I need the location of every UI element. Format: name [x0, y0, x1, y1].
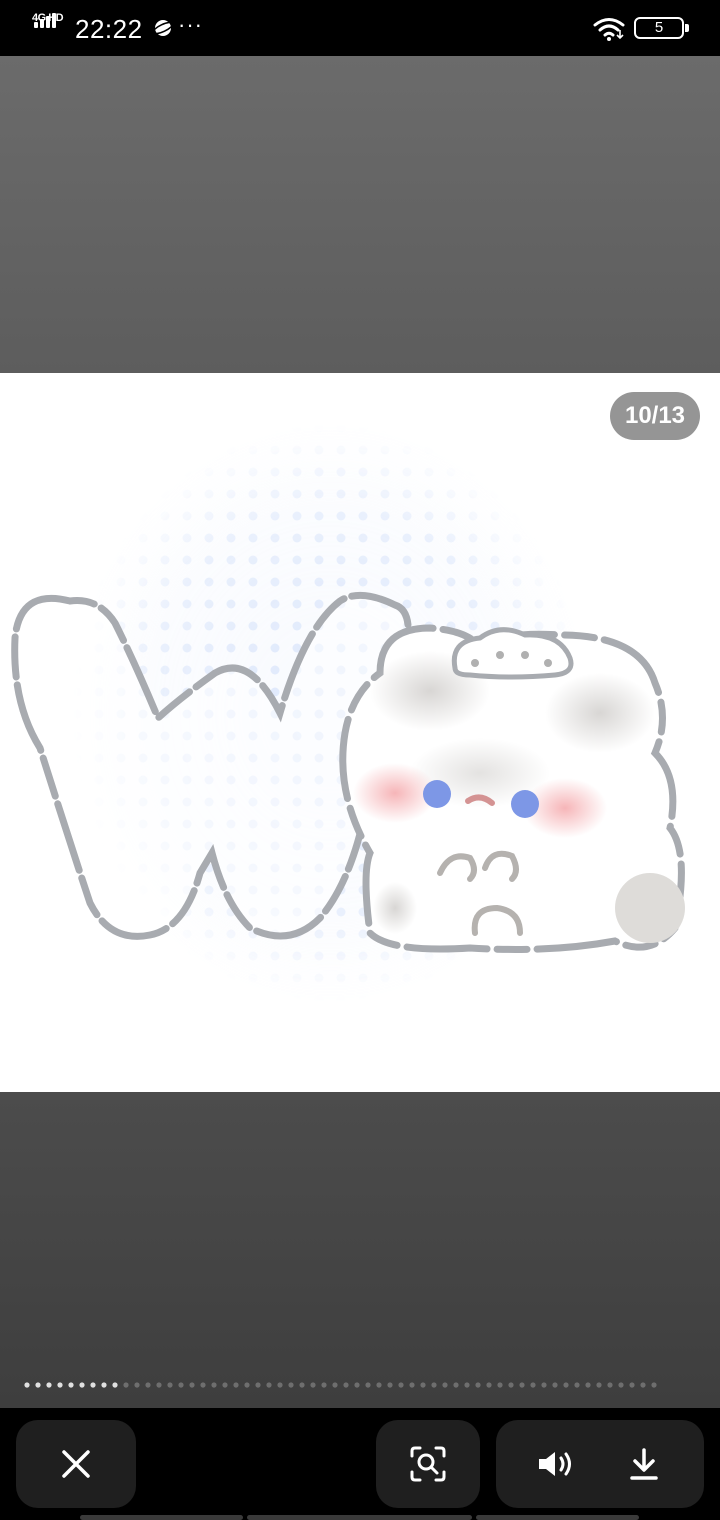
photo-image[interactable]: [0, 373, 720, 1092]
thumb-strip-segment: [476, 1515, 639, 1520]
bunny-sticker-illustration: [0, 373, 720, 1092]
page-dot: [211, 1382, 217, 1388]
page-dot: [156, 1382, 162, 1388]
page-dot: [431, 1382, 437, 1388]
cellular-signal-icon: 4G HD: [32, 12, 66, 42]
image-search-icon: [410, 1446, 446, 1482]
download-icon: [630, 1448, 658, 1480]
page-dot: [90, 1382, 96, 1388]
battery-cap: [685, 24, 689, 32]
page-dot: [464, 1382, 470, 1388]
page-dot: [255, 1382, 261, 1388]
viewer-backdrop-top[interactable]: [0, 56, 720, 373]
page-dot: [321, 1382, 327, 1388]
status-time: 22:22: [75, 14, 143, 44]
page-dot: [574, 1382, 580, 1388]
page-dot: [244, 1382, 250, 1388]
page-dot: [420, 1382, 426, 1388]
thumb-strip-segment: [80, 1515, 243, 1520]
page-dot: [508, 1382, 514, 1388]
page-dot: [222, 1382, 228, 1388]
bottom-toolbar: [0, 1408, 720, 1520]
page-dot: [167, 1382, 173, 1388]
page-dot: [475, 1382, 481, 1388]
page-dot: [189, 1382, 195, 1388]
page-dot: [35, 1382, 41, 1388]
page-dot: [442, 1382, 448, 1388]
page-dot: [46, 1382, 52, 1388]
page-dot: [68, 1382, 74, 1388]
page-counter-badge: 10/13: [610, 392, 700, 440]
page-dot: [145, 1382, 151, 1388]
page-counter-text: 10/13: [624, 402, 686, 429]
page-dot: [266, 1382, 272, 1388]
speaker-icon: [539, 1452, 571, 1476]
page-dot: [200, 1382, 206, 1388]
page-dot: [343, 1382, 349, 1388]
page-dot: [134, 1382, 140, 1388]
page-dot: [519, 1382, 525, 1388]
page-dot: [486, 1382, 492, 1388]
page-dot: [332, 1382, 338, 1388]
close-button[interactable]: [16, 1420, 136, 1508]
page-dot: [299, 1382, 305, 1388]
image-search-button[interactable]: [376, 1420, 480, 1508]
page-dot: [552, 1382, 558, 1388]
page-dot: [376, 1382, 382, 1388]
wifi-icon: [593, 18, 625, 41]
download-button[interactable]: [592, 1420, 696, 1508]
page-dot: [310, 1382, 316, 1388]
page-dot: [563, 1382, 569, 1388]
close-icon: [62, 1450, 90, 1478]
battery-level: 5: [654, 19, 664, 36]
page-dot: [277, 1382, 283, 1388]
thumb-strip-segment: [247, 1515, 472, 1520]
browser-planet-icon: [152, 20, 174, 36]
page-dot: [541, 1382, 547, 1388]
status-bar: 4G HD 22:22 ··· 5: [0, 0, 720, 56]
page-dot: [288, 1382, 294, 1388]
page-dot: [354, 1382, 360, 1388]
page-dot: [497, 1382, 503, 1388]
page-indicator: [24, 1382, 657, 1388]
page-dot: [585, 1382, 591, 1388]
page-dot: [365, 1382, 371, 1388]
battery-icon: 5: [634, 17, 684, 39]
page-dot: [618, 1382, 624, 1388]
page-dot: [409, 1382, 415, 1388]
more-notifications-icon: ···: [178, 12, 203, 37]
page-dot: [233, 1382, 239, 1388]
page-dot: [651, 1382, 657, 1388]
page-dot: [398, 1382, 404, 1388]
page-dot: [607, 1382, 613, 1388]
page-dot: [530, 1382, 536, 1388]
page-dot: [629, 1382, 635, 1388]
page-dot: [178, 1382, 184, 1388]
page-dot: [112, 1382, 118, 1388]
page-dot: [57, 1382, 63, 1388]
page-dot: [101, 1382, 107, 1388]
page-dot: [387, 1382, 393, 1388]
page-dot: [453, 1382, 459, 1388]
page-dot: [640, 1382, 646, 1388]
sound-download-group: [496, 1420, 704, 1508]
page-dot: [24, 1382, 30, 1388]
page-dot: [79, 1382, 85, 1388]
page-dot: [596, 1382, 602, 1388]
viewer-backdrop-bottom[interactable]: [0, 1092, 720, 1408]
page-dot: [123, 1382, 129, 1388]
